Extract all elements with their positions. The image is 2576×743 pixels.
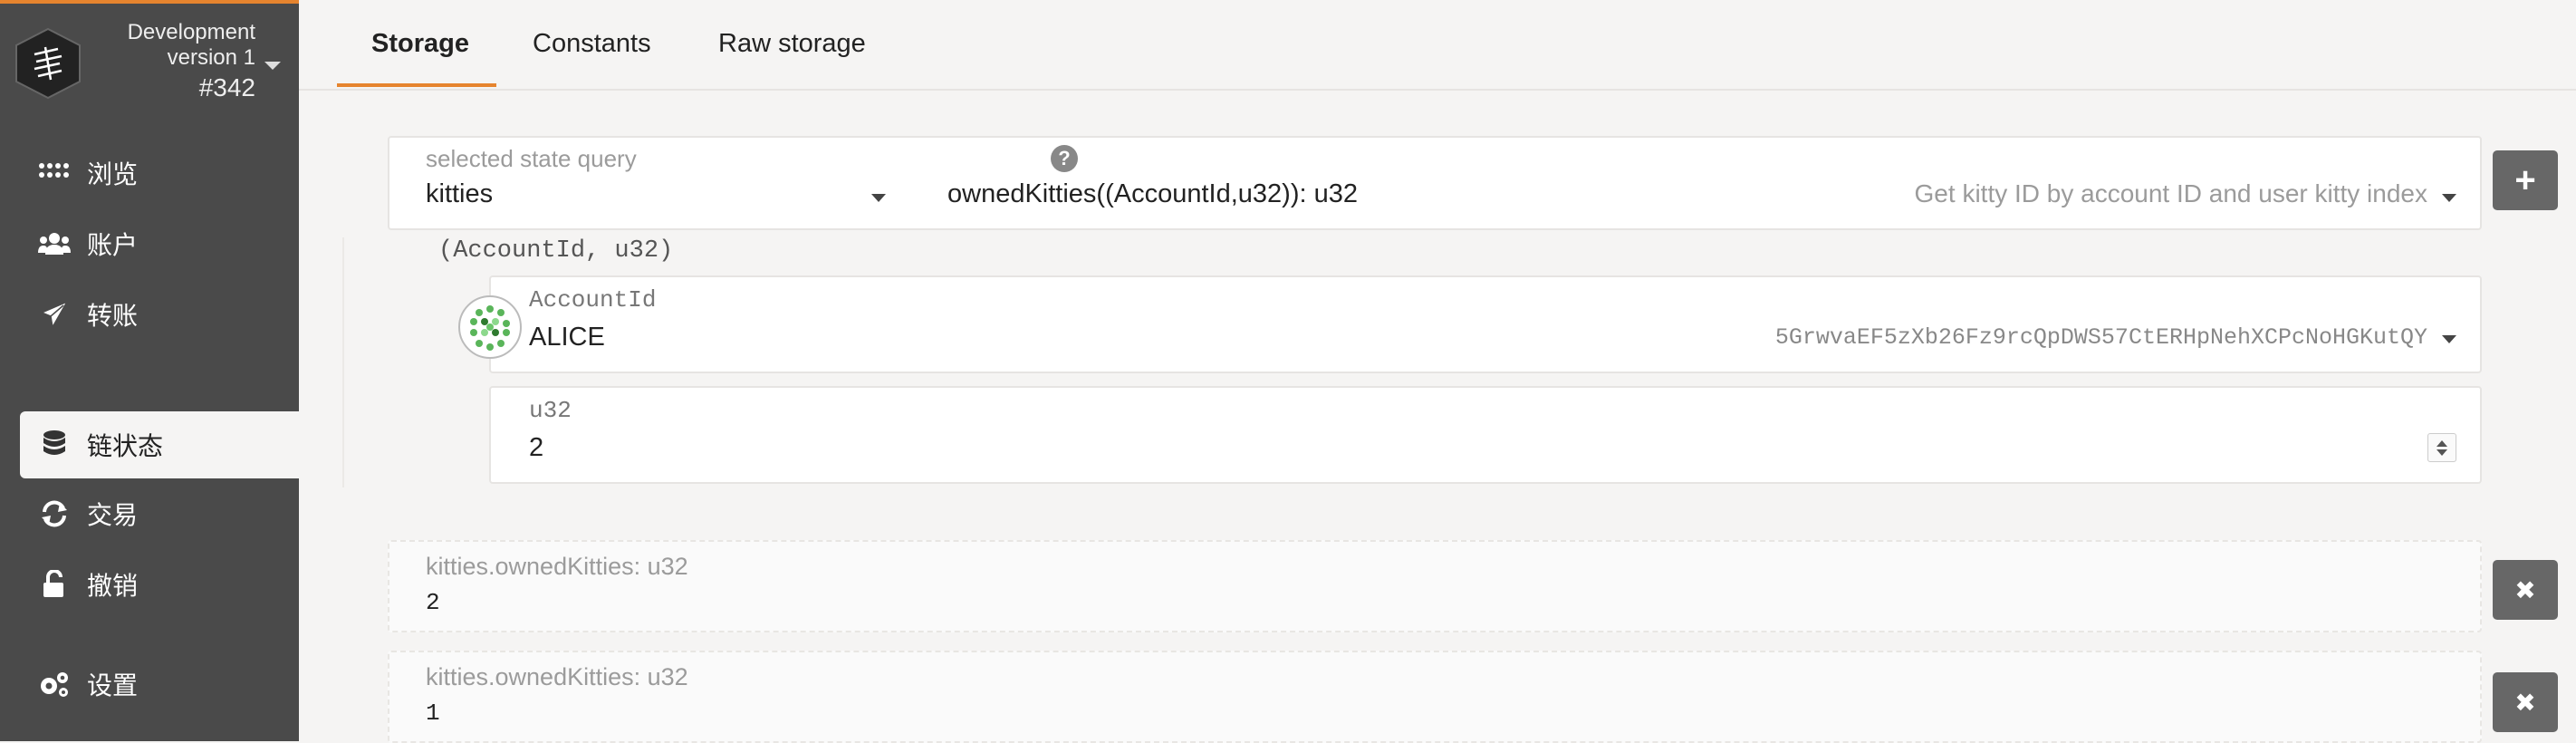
chevron-down-icon[interactable] (2442, 194, 2456, 202)
tab-constants[interactable]: Constants (533, 0, 651, 87)
grid-dots-icon (36, 155, 72, 191)
nav-item-transfer[interactable]: 转账 (20, 281, 299, 348)
chain-version: version 1 (167, 45, 255, 70)
params-group (342, 237, 399, 487)
nav-item-label: 转账 (87, 302, 139, 330)
query-label: selected state query (426, 145, 637, 172)
account-id-label: AccountId (529, 286, 657, 314)
help-icon[interactable]: ? (1051, 145, 1078, 172)
remove-result-button[interactable]: ✖ (2493, 672, 2558, 732)
sidebar-accent-line (0, 0, 299, 4)
query-result: kitties.ownedKitties: u32 2 (388, 540, 2482, 632)
close-icon: ✖ (2514, 688, 2536, 717)
nav-item-label: 账户 (87, 231, 139, 259)
database-icon (36, 427, 72, 463)
chain-name: Development (127, 20, 255, 44)
unlock-icon (36, 566, 72, 603)
nav-item-label: 浏览 (87, 160, 139, 188)
chevron-down-icon[interactable] (2442, 335, 2456, 343)
result-label: kitties.ownedKitties: u32 (426, 553, 688, 580)
sidebar: Development version 1 #342 浏览 账户 转账 链状态 … (0, 0, 299, 741)
cogs-icon (36, 666, 72, 702)
users-icon (36, 226, 72, 262)
result-value: 2 (426, 589, 440, 616)
u32-value: 2 (529, 433, 544, 462)
nav-item-label: 链状态 (87, 432, 164, 460)
add-query-button[interactable]: + (2493, 150, 2558, 210)
active-tab-indicator (337, 83, 496, 87)
tab-raw-storage[interactable]: Raw storage (718, 0, 866, 87)
account-address: 5GrwvaEF5zXb26Fz9rcQpDWS57CtERHpNehXCPcN… (1774, 324, 2427, 351)
account-id-input[interactable]: AccountId ALICE 5GrwvaEF5zXb26Fz9rcQpDWS… (489, 275, 2482, 373)
tab-storage[interactable]: Storage (371, 0, 469, 87)
nav-item-chainstate[interactable]: 链状态 (20, 411, 299, 478)
nav-item-sudo[interactable]: 撤销 (20, 551, 299, 618)
query-module-dropdown[interactable]: kitties (426, 179, 493, 209)
state-query-selector: selected state query ? kitties ownedKitt… (388, 136, 2482, 230)
close-icon: ✖ (2514, 575, 2536, 604)
nav-item-explorer[interactable]: 浏览 (20, 140, 299, 207)
number-stepper[interactable] (2427, 433, 2456, 462)
chain-dropdown-icon[interactable] (264, 62, 281, 70)
sync-icon (36, 496, 72, 532)
query-result: kitties.ownedKitties: u32 1 (388, 651, 2482, 743)
query-method-description: Get kitty ID by account ID and user kitt… (1914, 179, 2427, 207)
polkadot-logo[interactable] (14, 27, 82, 100)
params-type-hint: (AccountId, u32) (438, 237, 674, 265)
nav-item-label: 撤销 (87, 572, 139, 600)
nav-item-extrinsics[interactable]: 交易 (20, 480, 299, 547)
nav-item-label: 交易 (87, 501, 139, 529)
account-name: ALICE (529, 323, 605, 352)
nav-item-settings[interactable]: 设置 (20, 651, 299, 718)
u32-input[interactable]: u32 2 (489, 386, 2482, 484)
account-identicon[interactable] (458, 295, 522, 359)
u32-label: u32 (529, 397, 572, 424)
paper-plane-icon (36, 296, 72, 333)
result-label: kitties.ownedKitties: u32 (426, 663, 688, 690)
chain-info[interactable]: Development version 1 #342 (128, 20, 255, 105)
query-method-dropdown[interactable]: ownedKitties((AccountId,u32)): u32 (947, 179, 1358, 209)
chevron-down-icon[interactable] (871, 194, 886, 202)
chain-block-number: #342 (198, 73, 255, 101)
remove-result-button[interactable]: ✖ (2493, 560, 2558, 620)
result-value: 1 (426, 700, 440, 727)
nav-item-accounts[interactable]: 账户 (20, 210, 299, 277)
nav-item-label: 设置 (87, 671, 139, 700)
